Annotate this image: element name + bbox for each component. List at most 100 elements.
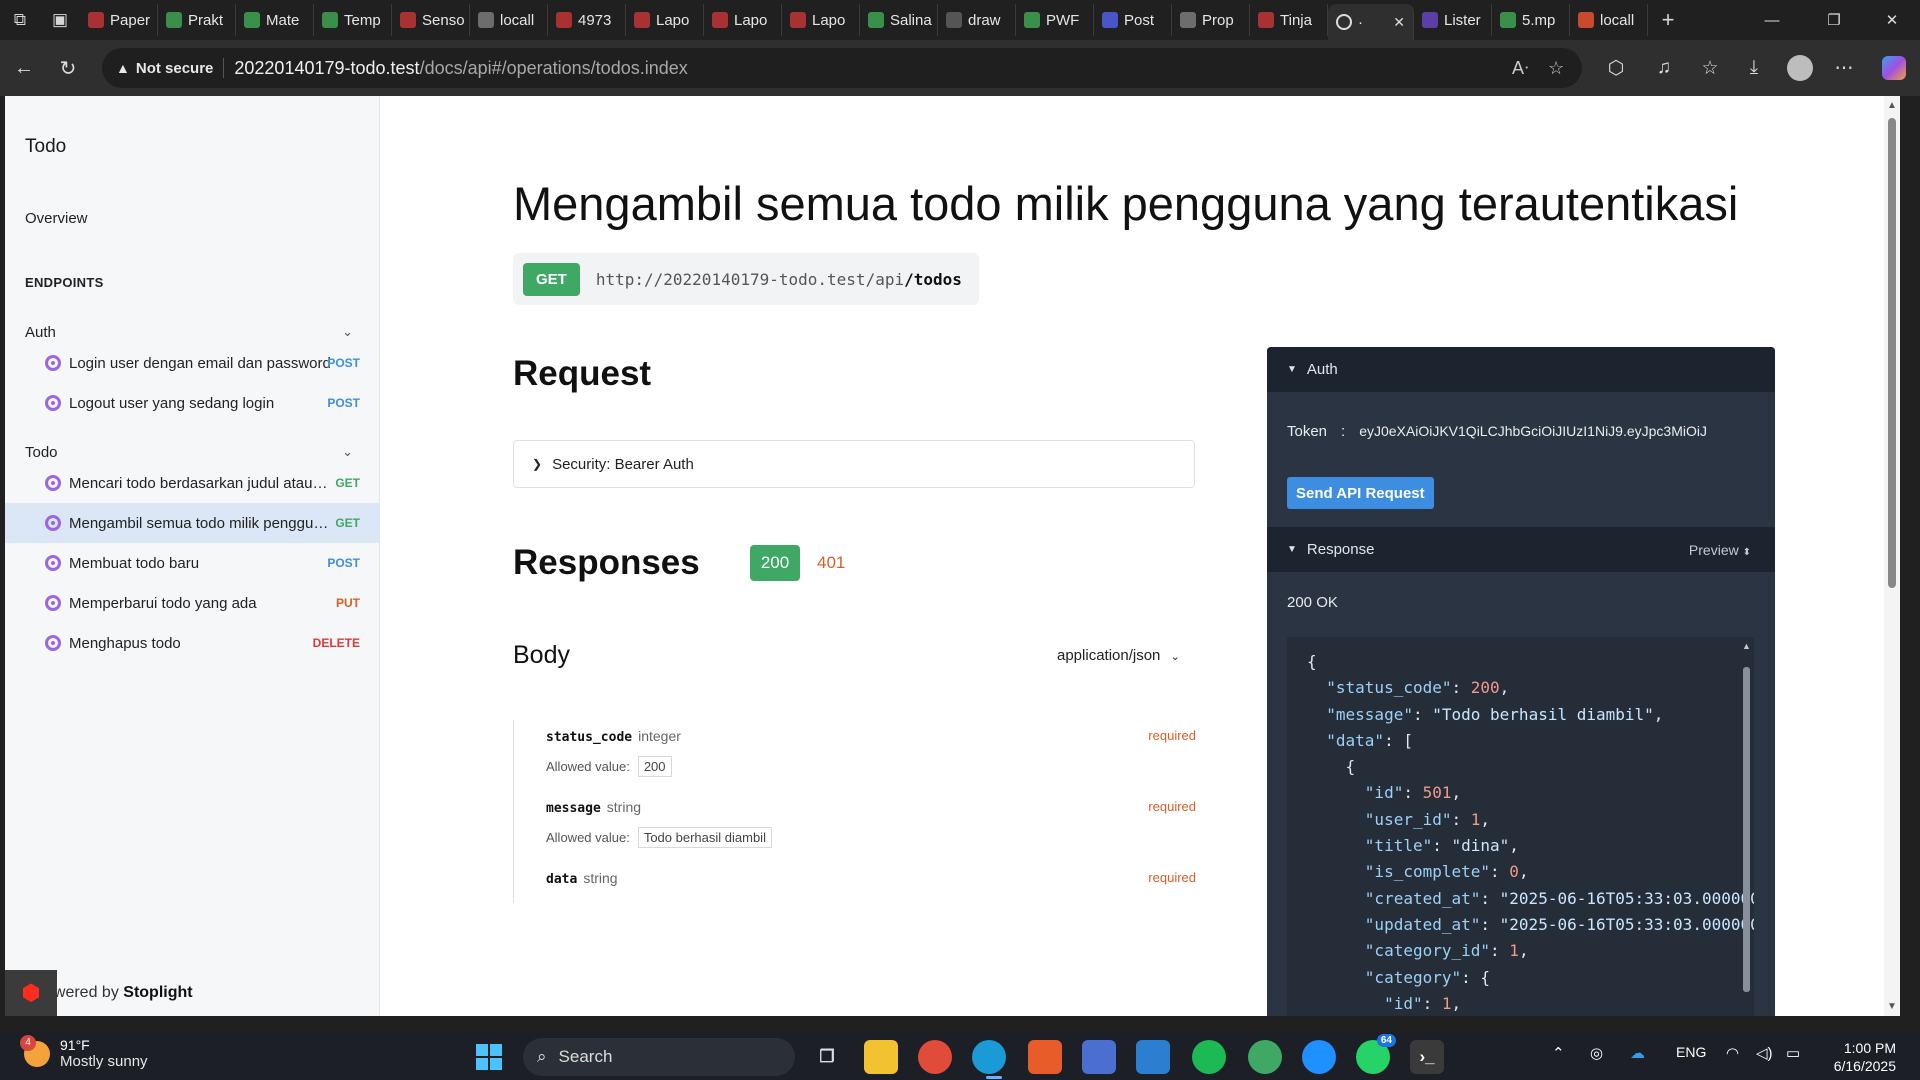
search-icon: ⌕ [537,1047,547,1066]
json-scroll-thumb[interactable] [1743,667,1750,992]
browser-tab[interactable]: Mate [236,4,314,36]
collections-icon[interactable]: ☆ [1690,46,1730,90]
minimize-icon[interactable]: — [1744,0,1800,40]
sun-icon: 4 [20,1034,50,1067]
ubuntu-icon[interactable] [1028,1040,1062,1074]
sidebar-item-logout[interactable]: Logout user yang sedang login POST [5,383,380,423]
sidebar-item-create-todo[interactable]: Membuat todo baru POST [5,543,380,583]
sidebar-group-label: Todo [25,443,58,461]
browser-tab[interactable]: PWF [1016,4,1094,36]
browser-tab[interactable]: Lapo [704,4,782,36]
response-json-viewer[interactable]: { "status_code": 200, "message": "Todo b… [1287,637,1754,1016]
json-scrollbar[interactable]: ▲ [1740,641,1752,1016]
sidebar-brand[interactable]: Todo [25,136,66,158]
browser-tab[interactable]: Paper [80,4,158,36]
meet-icon[interactable] [1302,1040,1336,1074]
response-panel-header[interactable]: ▼ Response Preview ⬍ [1267,527,1775,572]
auth-panel-header[interactable]: ▼ Auth [1267,347,1775,392]
read-aloud-icon[interactable]: Aᐧ [1512,58,1529,79]
sidebar-item-delete-todo[interactable]: Menghapus todo DELETE [5,623,380,663]
sidebar-overview-link[interactable]: Overview [25,210,88,227]
method-tag: POST [327,556,360,570]
browser-tab[interactable]: Prop [1172,4,1250,36]
browser-tab[interactable]: Lapo [626,4,704,36]
content-type-select[interactable]: application/json ⌄ [1057,647,1180,664]
scroll-up-icon[interactable]: ▲ [1742,641,1751,651]
tab-label: locall [500,11,535,29]
powered-by-link[interactable]: owered by Stoplight [45,984,193,1002]
start-icon[interactable] [472,1040,506,1074]
extensions-icon[interactable]: ⬡ [1596,46,1636,90]
refresh-icon[interactable]: ↻ [46,46,90,90]
more-menu-icon[interactable]: ⋯ [1824,46,1864,90]
token-input[interactable]: eyJ0eXAiOiJKV1QiLCJhbGciOiJIUzI1NiJ9.eyJ… [1359,423,1707,440]
onedrive-icon[interactable]: ☁ [1630,1044,1645,1062]
scroll-down-icon[interactable]: ▼ [1887,1001,1897,1012]
favorite-star-icon[interactable]: ☆ [1548,58,1564,79]
close-tab-icon[interactable]: ✕ [1393,14,1405,31]
browser-tab[interactable]: 5.mp [1492,4,1570,36]
copilot-icon[interactable] [1874,46,1914,90]
weather-widget[interactable]: 4 91°F Mostly sunny [20,1034,148,1070]
browser-tab[interactable]: Tinja [1250,4,1328,36]
media-icon[interactable]: ♫ [1644,46,1684,90]
profile-avatar[interactable] [1780,46,1820,90]
sidebar-item-update-todo[interactable]: Memperbarui todo yang ada PUT [5,583,380,623]
browser-tab[interactable]: 4973 [548,4,626,36]
warning-icon: ▲ [116,60,130,76]
response-code-200-tab[interactable]: 200 [750,545,800,581]
tab-label: Lapo [734,11,768,29]
file-explorer-icon[interactable] [864,1040,898,1074]
browser-tab[interactable]: Lister [1414,4,1492,36]
address-bar[interactable]: ▲ Not secure 20220140179-todo.test/docs/… [102,48,1582,88]
responses-heading: Responses [513,543,700,582]
browser-tab[interactable]: Post [1094,4,1172,36]
spotify-icon[interactable] [1192,1040,1226,1074]
sidebar-item-login[interactable]: Login user dengan email dan password POS… [5,343,380,383]
wifi-icon[interactable]: ◠ [1726,1044,1739,1062]
edge-icon[interactable] [972,1040,1006,1074]
browser-tab[interactable]: draw [938,4,1016,36]
sidebar-item-list-todos[interactable]: Mengambil semua todo milik pengguna yang… [5,503,380,543]
restore-icon[interactable]: ❐ [1806,0,1862,40]
browser-tab[interactable]: Temp [314,4,392,36]
response-code-401-tab[interactable]: 401 [817,553,845,573]
back-icon[interactable]: ← [2,46,46,90]
language-indicator[interactable]: ENG [1676,1044,1706,1060]
security-expander[interactable]: ❯ Security: Bearer Auth [513,440,1195,488]
vscode-icon[interactable] [1136,1040,1170,1074]
page-scroll-thumb[interactable] [1888,118,1896,588]
virtualbox-icon[interactable] [1082,1040,1116,1074]
endpoint-icon [45,555,61,571]
sidebar-item-search-todo[interactable]: Mencari todo berdasarkan judul atau desk… [5,463,380,503]
whatsapp-icon[interactable]: 64 [1356,1034,1396,1074]
new-tab-button[interactable]: + [1648,0,1688,40]
send-api-request-button[interactable]: Send API Request [1287,477,1434,509]
close-window-icon[interactable]: ✕ [1864,0,1920,40]
allowed-row: Allowed value: 200 [546,756,1196,777]
tray-overflow-icon[interactable]: ⌃ [1552,1044,1565,1062]
preview-select[interactable]: Preview ⬍ [1689,542,1751,558]
browser-tab[interactable]: Lapo [782,4,860,36]
browser-tab[interactable]: Senso [392,4,470,36]
chrome-profile-icon[interactable] [1248,1040,1282,1074]
browser-tab[interactable]: Salina [860,4,938,36]
downloads-icon[interactable]: ⤓ [1734,46,1774,90]
tab-label: draw [968,11,1001,29]
tray-app-icon[interactable]: ◎ [1590,1044,1603,1062]
browser-tab[interactable]: Prakt [158,4,236,36]
workspaces-icon[interactable]: ⧉ [0,0,40,40]
browser-tab[interactable]: locall [1570,4,1648,36]
taskbar-search[interactable]: ⌕ Search [523,1038,795,1076]
battery-icon[interactable]: ▭ [1786,1044,1800,1062]
page-scrollbar[interactable]: ▲ ▼ [1884,96,1900,1016]
browser-tab[interactable]: locall [470,4,548,36]
task-view-icon[interactable]: ❐ [810,1040,844,1074]
chrome-icon[interactable] [918,1040,952,1074]
scroll-up-icon[interactable]: ▲ [1887,100,1897,111]
terminal-icon[interactable]: ›_ [1410,1040,1444,1074]
active-browser-tab[interactable]: · ✕ [1328,4,1414,40]
volume-icon[interactable]: ◁) [1756,1044,1773,1062]
vertical-tabs-icon[interactable]: ▣ [40,0,80,40]
clock[interactable]: 1:00 PM 6/16/2025 [1834,1039,1896,1075]
